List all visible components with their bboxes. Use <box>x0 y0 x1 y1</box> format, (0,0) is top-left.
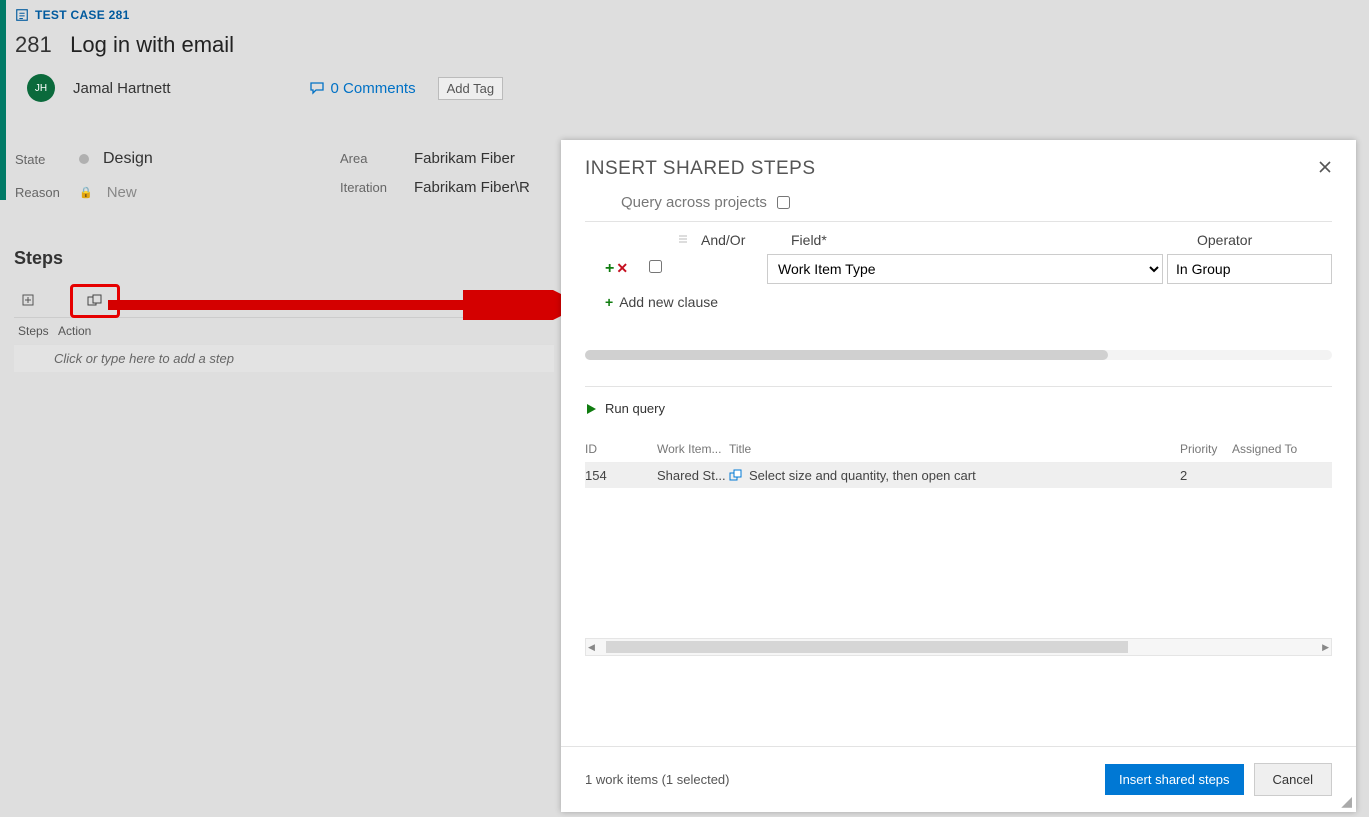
col-steps: Steps <box>18 324 58 338</box>
row-id: 154 <box>585 468 657 483</box>
results-scrollbar[interactable]: ◀ ▶ <box>585 638 1332 656</box>
insert-shared-steps-confirm-button[interactable]: Insert shared steps <box>1105 764 1244 795</box>
results-header: ID Work Item... Title Priority Assigned … <box>585 436 1332 463</box>
query-across-projects-label: Query across projects <box>621 194 767 211</box>
work-item-type-text: TEST CASE 281 <box>35 8 130 22</box>
clause-row: + ✕ Work Item Type <box>585 254 1332 284</box>
steps-placeholder-row[interactable]: Click or type here to add a step <box>14 345 554 372</box>
highlighted-toolbar-button <box>70 284 120 318</box>
run-query-label: Run query <box>605 401 665 416</box>
area-value[interactable]: Fabrikam Fiber <box>414 150 515 167</box>
header-andor: And/Or <box>701 232 781 248</box>
clause-scrollbar[interactable] <box>585 350 1332 360</box>
row-priority: 2 <box>1180 468 1232 483</box>
add-new-clause-button[interactable]: + Add new clause <box>585 294 1332 310</box>
iteration-label: Iteration <box>340 180 400 195</box>
scroll-right-icon[interactable]: ▶ <box>1322 642 1329 653</box>
remove-clause-icon[interactable]: ✕ <box>616 260 628 278</box>
add-tag-button[interactable]: Add Tag <box>438 77 503 100</box>
work-item-id: 281 <box>15 32 52 58</box>
owner-name[interactable]: Jamal Hartnett <box>73 80 171 97</box>
iteration-value[interactable]: Fabrikam Fiber\R <box>414 179 530 196</box>
insert-shared-steps-button[interactable] <box>84 290 106 312</box>
row-title: Select size and quantity, then open cart <box>749 468 976 483</box>
scroll-left-icon[interactable]: ◀ <box>588 642 595 653</box>
add-clause-icon[interactable]: + <box>605 260 614 278</box>
col-type[interactable]: Work Item... <box>657 442 729 456</box>
insert-step-button[interactable] <box>18 289 40 311</box>
col-action: Action <box>58 324 550 338</box>
area-label: Area <box>340 151 400 166</box>
col-title[interactable]: Title <box>729 442 1180 456</box>
avatar[interactable]: JH <box>27 74 55 102</box>
comments-link[interactable]: 0 Comments <box>309 80 416 97</box>
cancel-button[interactable]: Cancel <box>1254 763 1332 796</box>
result-row[interactable]: 154 Shared St... Select size and quantit… <box>585 463 1332 488</box>
reason-value[interactable]: New <box>107 184 137 201</box>
work-item-type-link[interactable]: TEST CASE 281 <box>15 8 503 22</box>
test-case-icon <box>15 8 29 22</box>
comments-count: 0 Comments <box>331 80 416 97</box>
footer-status: 1 work items (1 selected) <box>585 772 1105 787</box>
run-query-button[interactable]: Run query <box>585 386 1332 416</box>
dialog-title: INSERT SHARED STEPS <box>585 158 1318 180</box>
work-item-accent <box>0 0 6 200</box>
insert-shared-steps-dialog: INSERT SHARED STEPS Query across project… <box>561 140 1356 812</box>
col-assigned[interactable]: Assigned To <box>1232 442 1332 456</box>
comment-icon <box>309 80 325 96</box>
row-type: Shared St... <box>657 468 729 483</box>
header-operator: Operator <box>1197 232 1332 248</box>
grip-icon <box>677 233 689 245</box>
close-icon <box>1318 160 1332 174</box>
steps-heading: Steps <box>14 248 554 269</box>
grip-placeholder <box>677 232 691 248</box>
state-label: State <box>15 152 65 167</box>
add-clause-label: Add new clause <box>619 294 718 310</box>
clause-field-select[interactable]: Work Item Type <box>767 254 1163 284</box>
state-value[interactable]: Design <box>103 150 153 168</box>
close-button[interactable] <box>1318 160 1332 179</box>
col-priority[interactable]: Priority <box>1180 442 1232 456</box>
state-dot-icon <box>79 154 89 164</box>
plus-icon: + <box>605 294 613 310</box>
clause-checkbox[interactable] <box>649 260 662 273</box>
query-across-projects-checkbox[interactable] <box>777 196 790 209</box>
play-icon <box>585 403 597 415</box>
header-field: Field* <box>791 232 1187 248</box>
resize-grip-icon[interactable]: ◢ <box>1341 793 1352 810</box>
shared-steps-icon <box>729 469 743 483</box>
work-item-title[interactable]: Log in with email <box>70 32 234 58</box>
lock-icon: 🔒 <box>79 186 93 199</box>
col-id[interactable]: ID <box>585 442 657 456</box>
clause-operator-input[interactable] <box>1167 254 1332 284</box>
reason-label: Reason <box>15 185 65 200</box>
steps-toolbar <box>14 283 554 318</box>
